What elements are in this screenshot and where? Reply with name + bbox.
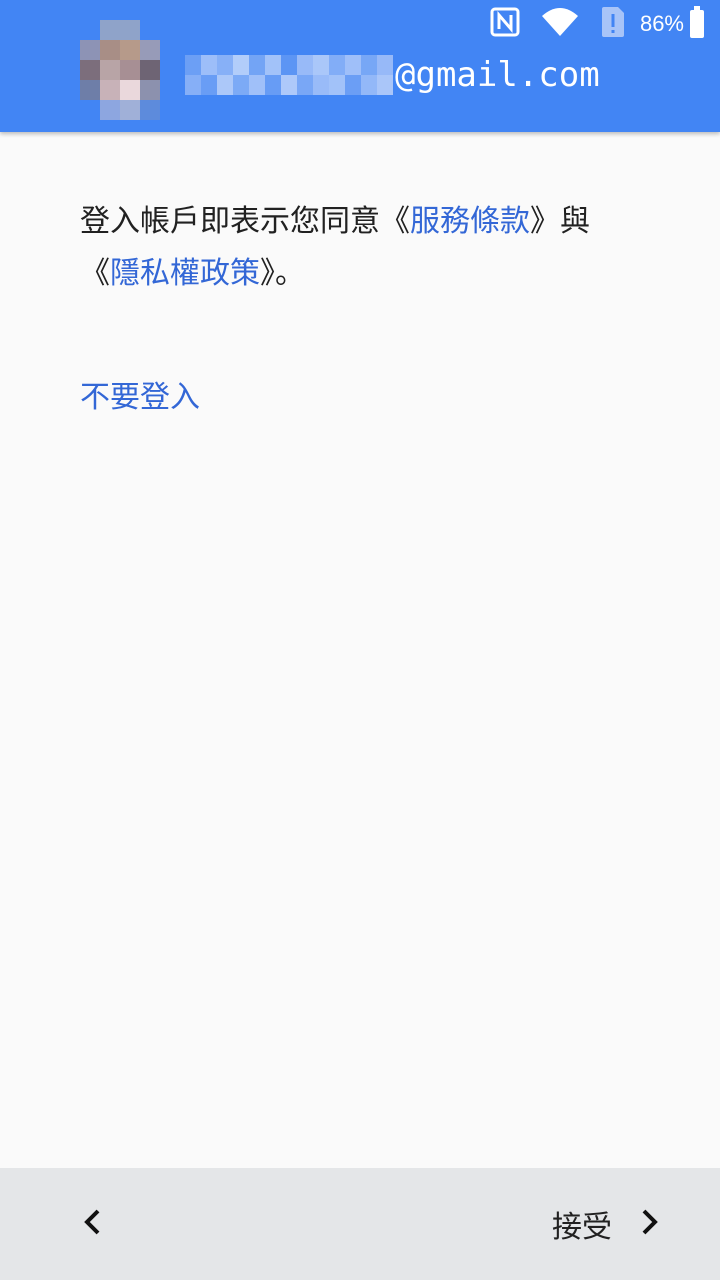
accept-label: 接受 xyxy=(552,1210,612,1245)
email-domain: @gmail.com xyxy=(395,55,600,95)
avatar xyxy=(80,20,160,120)
terms-text: 登入帳戶即表示您同意《服務條款》與 《隱私權政策》。 xyxy=(80,196,640,300)
terms-and: 》與 xyxy=(530,204,590,239)
privacy-policy-link[interactable]: 隱私權政策 xyxy=(110,256,260,291)
nfc-icon xyxy=(490,7,520,41)
terms-of-service-link[interactable]: 服務條款 xyxy=(410,204,530,239)
privacy-prefix: 《 xyxy=(80,256,110,291)
terms-line-2: 《隱私權政策》。 xyxy=(80,248,640,300)
chevron-left-icon xyxy=(82,1208,102,1240)
skip-sign-in-link[interactable]: 不要登入 xyxy=(80,372,200,416)
back-button[interactable] xyxy=(60,1192,124,1256)
sim-alert-icon xyxy=(600,5,626,43)
footer-nav-bar: 接受 xyxy=(0,1168,720,1280)
battery-icon xyxy=(690,6,704,38)
account-email: @gmail.com xyxy=(185,50,600,100)
chevron-right-icon xyxy=(640,1208,660,1240)
status-bar: 86% xyxy=(470,0,720,48)
terms-prefix: 登入帳戶即表示您同意《 xyxy=(80,204,410,239)
terms-line-1: 登入帳戶即表示您同意《服務條款》與 xyxy=(80,196,640,248)
account-header: 86% @gmail.com xyxy=(0,0,720,132)
accept-button[interactable]: 接受 xyxy=(552,1192,660,1256)
wifi-icon xyxy=(540,6,580,42)
terms-end: 》。 xyxy=(260,256,305,291)
battery-percent: 86% xyxy=(639,11,684,36)
email-redacted xyxy=(185,55,393,95)
